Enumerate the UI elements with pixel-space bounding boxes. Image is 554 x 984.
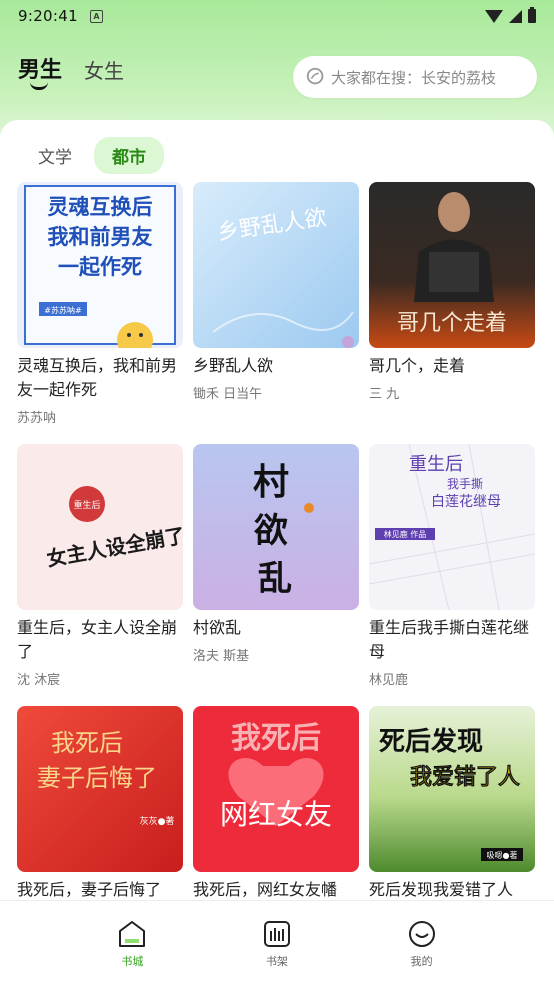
cover-tag: #苏苏呐# bbox=[44, 305, 82, 315]
book-card[interactable]: 乡野乱人欲 乡野乱人欲 锄禾 日当午 bbox=[193, 182, 359, 444]
book-title: 我死后，妻子后悔了 bbox=[17, 880, 162, 899]
book-author: 锄禾 日当午 bbox=[193, 387, 263, 402]
book-grid: 灵魂互换后 我和前男友 一起作死 #苏苏呐# 灵魂互换后，我和前男友一起作死 苏… bbox=[17, 182, 539, 900]
nav-label: 书架 bbox=[265, 955, 288, 968]
bookstore-icon bbox=[119, 921, 146, 947]
book-card[interactable]: 我死后 妻子后悔了 灰灰●著 我死后，妻子后悔了 bbox=[17, 706, 183, 900]
cover-tag: 吸嗯●著 bbox=[487, 850, 518, 860]
cover-title-line: 网红女友 bbox=[220, 798, 332, 831]
cover-tag: 重生后 bbox=[73, 499, 100, 511]
book-card[interactable]: 死后发现 我爱错了人 吸嗯●著 死后发现我爱错了人 bbox=[369, 706, 535, 900]
book-cover[interactable]: 我死后 妻子后悔了 灰灰●著 bbox=[17, 706, 183, 872]
tab-urban[interactable]: 都市 bbox=[94, 137, 164, 174]
cover-title-line: 白莲花继母 bbox=[431, 494, 501, 510]
book-cover[interactable]: 死后发现 我爱错了人 吸嗯●著 bbox=[369, 706, 535, 872]
book-title: 重生后，女主人设全崩了 bbox=[17, 618, 178, 661]
tab-male-label: 男生 bbox=[18, 58, 63, 83]
book-author: 三 九 bbox=[369, 387, 400, 402]
cover-title-line: 妻子后悔了 bbox=[37, 764, 157, 792]
tab-literature[interactable]: 文学 bbox=[26, 137, 84, 174]
book-cover[interactable]: 乡野乱人欲 bbox=[193, 182, 359, 348]
cover-title-line: 我爱错了人 bbox=[410, 764, 520, 790]
book-author: 林见鹿 bbox=[369, 673, 409, 688]
cover-title-line: 我死后 bbox=[51, 729, 123, 757]
book-title: 重生后我手撕白莲花继母 bbox=[369, 618, 530, 661]
book-cover[interactable]: 灵魂互换后 我和前男友 一起作死 #苏苏呐# bbox=[17, 182, 183, 348]
book-card[interactable]: 重生后 女主人设全崩了 重生后，女主人设全崩了 沈 沐宸 bbox=[17, 444, 183, 706]
cover-title-line: 乱 bbox=[258, 559, 292, 599]
cover-title-line: 村 bbox=[253, 461, 289, 503]
bookshelf-icon bbox=[263, 921, 290, 947]
book-title: 村欲乱 bbox=[193, 618, 242, 637]
profile-icon bbox=[408, 921, 435, 947]
book-card[interactable]: 哥几个走着 哥几个，走着 三 九 bbox=[369, 182, 535, 444]
book-title: 死后发现我爱错了人 bbox=[369, 880, 514, 899]
cover-title-line: 欲 bbox=[253, 511, 288, 551]
cover-title-line: 我和前男友 bbox=[48, 225, 153, 249]
book-card[interactable]: 重生后 我手撕 白莲花继母 林见鹿 作品 重生后我手撕白莲花继母 林见鹿 bbox=[369, 444, 535, 706]
cover-title-line: 重生后 bbox=[409, 454, 463, 475]
book-cover[interactable]: 重生后 我手撕 白莲花继母 林见鹿 作品 bbox=[369, 444, 535, 610]
tab-female[interactable]: 女生 bbox=[84, 55, 124, 84]
cover-title-line: 我手撕 bbox=[447, 477, 483, 491]
book-title: 乡野乱人欲 bbox=[193, 356, 274, 375]
book-cover[interactable]: 哥几个走着 bbox=[369, 182, 535, 348]
book-card[interactable]: 我死后 网红女友 我死后，网红女友幡 bbox=[193, 706, 359, 900]
cover-tag: 林见鹿 作品 bbox=[384, 529, 427, 539]
cover-tag: 灰灰●著 bbox=[140, 815, 175, 827]
nav-bookstore[interactable]: 书城 bbox=[92, 901, 172, 984]
cover-title-line: 死后发现 bbox=[379, 726, 483, 757]
nav-profile[interactable]: 我的 bbox=[382, 901, 462, 984]
search-input[interactable]: 大家都在搜：长安的荔枝 bbox=[293, 56, 537, 98]
notification-icon: A bbox=[89, 9, 103, 23]
bottom-nav: 书城 书架 我的 bbox=[0, 900, 554, 984]
book-author: 苏苏呐 bbox=[17, 411, 57, 426]
nav-label: 我的 bbox=[410, 955, 433, 968]
main-content: 文学 都市 灵魂互换后 我和前男友 一起作死 #苏苏呐# 灵魂互换后，我和前男友… bbox=[0, 120, 554, 900]
book-cover[interactable]: 重生后 女主人设全崩了 bbox=[17, 444, 183, 610]
book-author: 洛夫 斯基 bbox=[193, 649, 250, 664]
book-title: 灵魂互换后，我和前男友一起作死 bbox=[17, 356, 178, 399]
wifi-icon bbox=[485, 9, 503, 23]
search-icon bbox=[306, 67, 324, 85]
cover-title-line: 一起作死 bbox=[58, 255, 142, 279]
battery-icon bbox=[528, 7, 536, 23]
book-cover[interactable]: 村 欲 乱 bbox=[193, 444, 359, 610]
book-title: 哥几个，走着 bbox=[369, 356, 466, 375]
book-cover[interactable]: 我死后 网红女友 bbox=[193, 706, 359, 872]
cover-title: 哥几个走着 bbox=[397, 311, 507, 336]
tab-female-label: 女生 bbox=[84, 59, 125, 83]
status-time: 9:20:41 bbox=[18, 7, 78, 25]
book-title: 我死后，网红女友幡 bbox=[193, 880, 338, 899]
nav-bookshelf[interactable]: 书架 bbox=[237, 901, 317, 984]
signal-icon bbox=[509, 9, 522, 23]
cover-title-line: 灵魂互换后 bbox=[48, 195, 153, 219]
category-tabs: 文学 都市 bbox=[26, 137, 164, 174]
book-card[interactable]: 村 欲 乱 村欲乱 洛夫 斯基 bbox=[193, 444, 359, 706]
gender-tabs: 男生 女生 bbox=[18, 52, 124, 90]
status-bar: 9:20:41 A bbox=[0, 0, 554, 32]
search-placeholder: 大家都在搜：长安的荔枝 bbox=[331, 68, 497, 87]
cover-title-line: 我死后 bbox=[231, 721, 321, 756]
book-author: 沈 沐宸 bbox=[17, 673, 61, 688]
nav-label: 书城 bbox=[121, 955, 144, 968]
tab-male[interactable]: 男生 bbox=[18, 52, 63, 90]
book-card[interactable]: 灵魂互换后 我和前男友 一起作死 #苏苏呐# 灵魂互换后，我和前男友一起作死 苏… bbox=[17, 182, 183, 444]
